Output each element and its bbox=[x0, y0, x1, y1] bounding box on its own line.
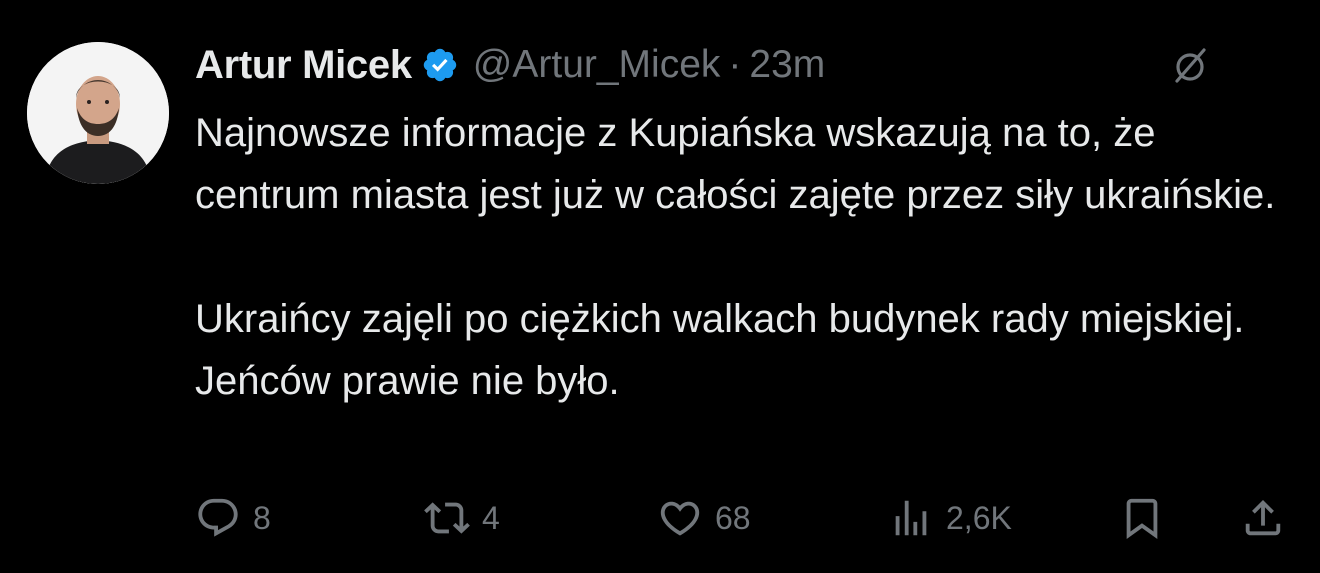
reply-icon bbox=[195, 495, 241, 541]
bookmark-icon bbox=[1119, 495, 1165, 541]
slashed-circle-icon[interactable] bbox=[1168, 44, 1212, 88]
author-display-name[interactable]: Artur Micek bbox=[195, 43, 412, 88]
avatar[interactable] bbox=[27, 42, 169, 184]
views-button[interactable]: 2,6K bbox=[888, 495, 1012, 541]
tweet-header: Artur Micek @Artur_Micek · 23m bbox=[195, 40, 825, 90]
verified-badge-icon[interactable] bbox=[421, 46, 459, 84]
person-photo-avatar-icon bbox=[27, 42, 169, 184]
views-chart-icon bbox=[888, 495, 934, 541]
separator-dot: · bbox=[728, 43, 742, 86]
like-count: 68 bbox=[715, 499, 751, 536]
author-handle[interactable]: @Artur_Micek bbox=[473, 43, 721, 87]
bookmark-button[interactable] bbox=[1119, 495, 1165, 541]
like-button[interactable]: 68 bbox=[657, 495, 751, 541]
tweet-text: Najnowsze informacje z Kupiańska wskazuj… bbox=[195, 102, 1295, 412]
tweet-paragraph: Najnowsze informacje z Kupiańska wskazuj… bbox=[195, 111, 1276, 217]
reply-button[interactable]: 8 bbox=[195, 495, 271, 541]
tweet-actions: 8 4 68 2,6K bbox=[0, 495, 1320, 541]
repost-count: 4 bbox=[482, 499, 500, 536]
tweet[interactable]: Artur Micek @Artur_Micek · 23m Najnowsze… bbox=[0, 0, 1320, 573]
heart-icon bbox=[657, 495, 703, 541]
views-count: 2,6K bbox=[946, 499, 1012, 536]
tweet-timestamp[interactable]: 23m bbox=[749, 43, 825, 87]
reply-count: 8 bbox=[253, 499, 271, 536]
repost-button[interactable]: 4 bbox=[424, 495, 500, 541]
share-icon bbox=[1240, 495, 1286, 541]
tweet-paragraph: Ukraińcy zajęli po ciężkich walkach budy… bbox=[195, 297, 1245, 403]
repost-icon bbox=[424, 495, 470, 541]
share-button[interactable] bbox=[1240, 495, 1286, 541]
